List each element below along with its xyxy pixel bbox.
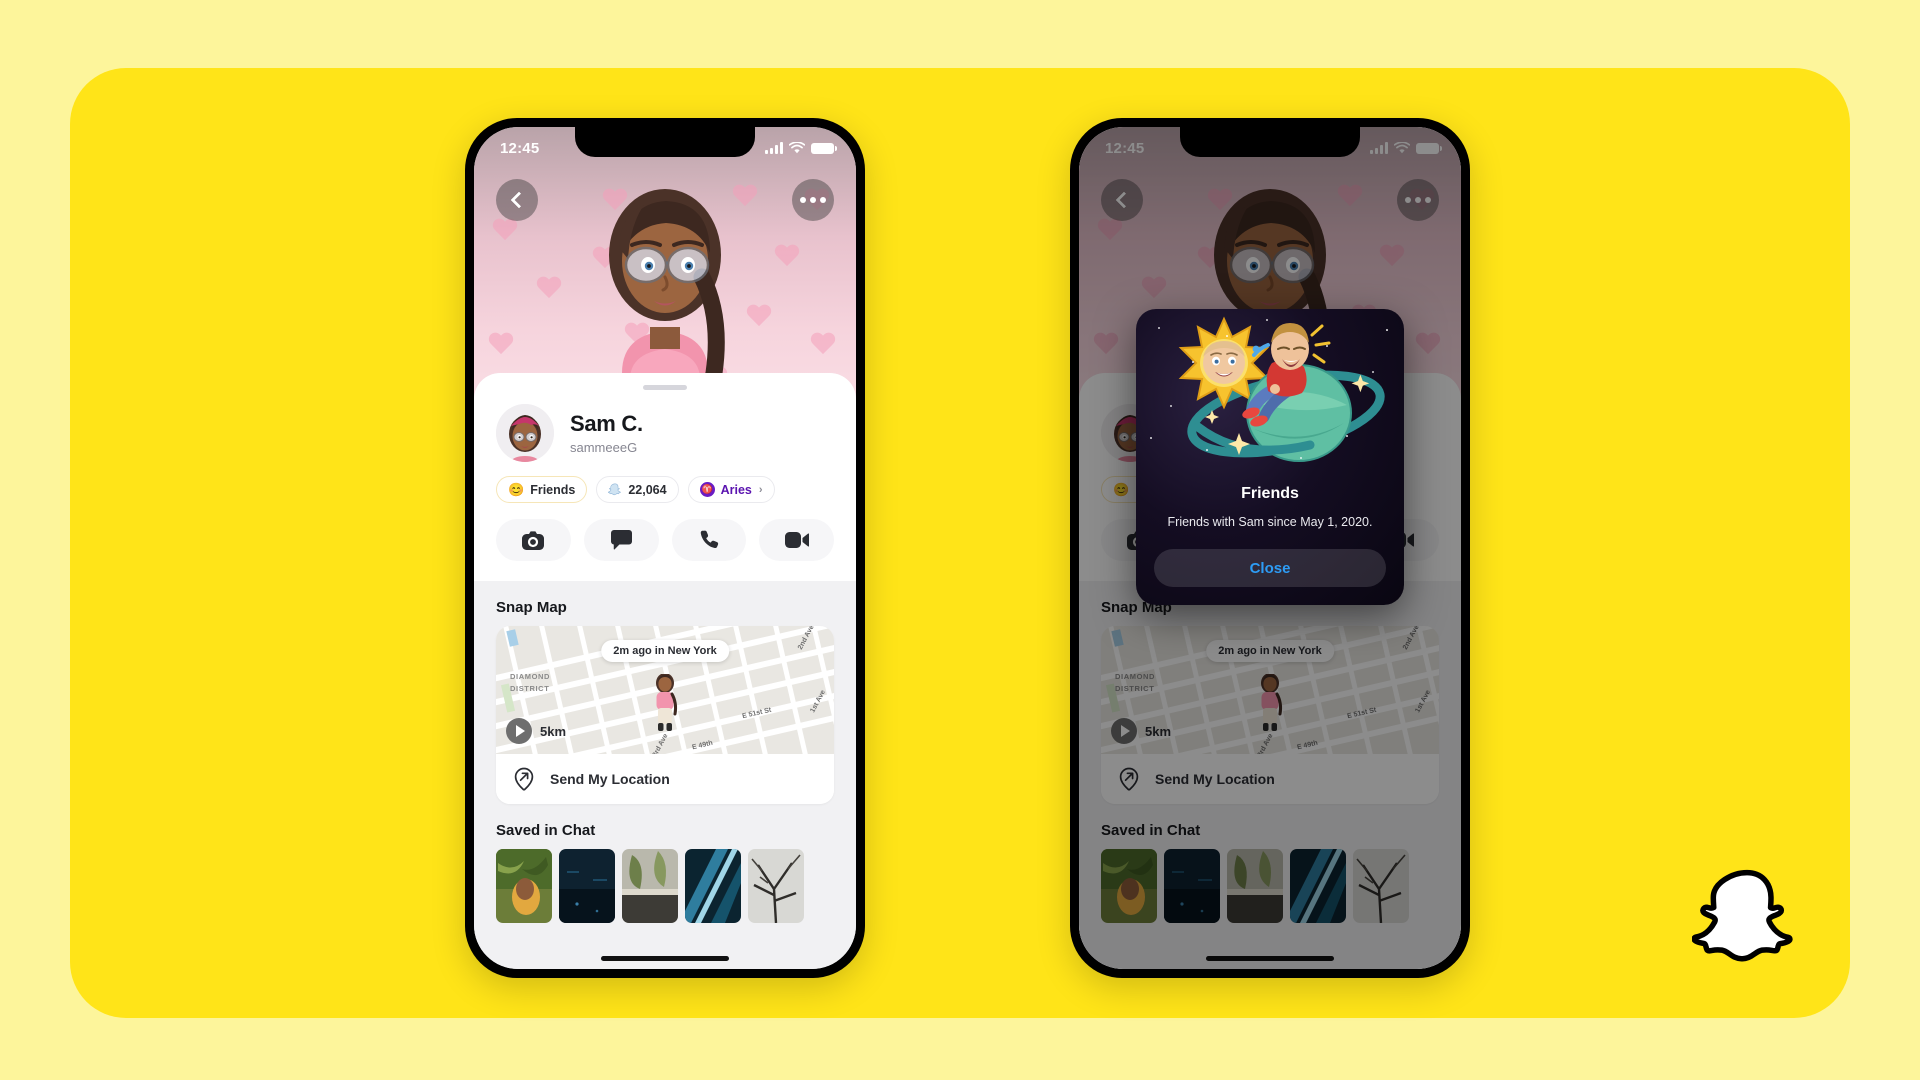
badge-zodiac[interactable]: ♈ Aries › bbox=[687, 476, 775, 503]
play-button[interactable] bbox=[506, 718, 532, 744]
phone-right: 12:45 😊 Snap Map DIAMOND DISTRICT 2nd Av… bbox=[1070, 118, 1470, 978]
video-camera-icon bbox=[784, 532, 809, 548]
saved-thumbnail[interactable] bbox=[685, 849, 741, 923]
profile-card: Sam C. sammeeeG 😊 Friends 22,064 bbox=[474, 373, 856, 581]
saved-thumbnail[interactable] bbox=[496, 849, 552, 923]
thumbnail-image-1 bbox=[496, 849, 552, 923]
more-options-icon bbox=[800, 197, 826, 203]
avatar[interactable] bbox=[496, 404, 554, 462]
badge-snapscore[interactable]: 22,064 bbox=[596, 476, 679, 503]
map-canvas[interactable]: DIAMOND DISTRICT 2nd Ave 1st Ave E 51st … bbox=[496, 626, 834, 754]
saved-thumbnail[interactable] bbox=[622, 849, 678, 923]
saved-thumbnail[interactable] bbox=[748, 849, 804, 923]
snap-map-card[interactable]: DIAMOND DISTRICT 2nd Ave 1st Ave E 51st … bbox=[496, 626, 834, 804]
map-distance-label: 5km bbox=[540, 723, 567, 739]
badge-snapscore-label: 22,064 bbox=[628, 482, 667, 497]
friendship-modal: Friends Friends with Sam since May 1, 20… bbox=[1136, 309, 1404, 605]
more-options-button[interactable] bbox=[792, 179, 834, 221]
play-icon bbox=[515, 725, 525, 737]
map-status-pill: 2m ago in New York bbox=[601, 640, 729, 662]
saved-thumbnail[interactable] bbox=[559, 849, 615, 923]
video-call-button[interactable] bbox=[759, 519, 834, 561]
thumbnail-image-5 bbox=[748, 849, 804, 923]
badge-friendship-label: Friends bbox=[530, 482, 576, 497]
snapchat-ghost-icon bbox=[608, 483, 622, 495]
status-icons bbox=[765, 142, 837, 154]
bitmoji-space-illustration bbox=[1178, 316, 1385, 462]
smile-emoji-icon: 😊 bbox=[508, 482, 525, 497]
status-time: 12:45 bbox=[500, 139, 540, 157]
phone-left: 12:45 Sam C. sammeeeG 😊 Friends 22,064 ♈… bbox=[465, 118, 865, 978]
modal-artwork bbox=[1136, 309, 1404, 481]
snap-map-title: Snap Map bbox=[496, 599, 567, 616]
wifi-icon bbox=[789, 142, 805, 154]
thumbnail-image-2 bbox=[559, 849, 615, 923]
thumbnail-image-4 bbox=[685, 849, 741, 923]
profile-identity-row: Sam C. sammeeeG bbox=[474, 404, 856, 462]
location-arrow-icon bbox=[514, 767, 534, 791]
send-my-location-row[interactable]: Send My Location bbox=[496, 754, 834, 804]
phone-notch bbox=[575, 127, 755, 157]
camera-button[interactable] bbox=[496, 519, 571, 561]
map-distance-chip[interactable]: 5km bbox=[506, 718, 566, 744]
modal-subtitle: Friends with Sam since May 1, 2020. bbox=[1167, 515, 1373, 529]
bitmoji-avatar-icon bbox=[496, 404, 554, 462]
send-my-location-label: Send My Location bbox=[550, 771, 670, 787]
snapchat-ghost-logo bbox=[1692, 869, 1793, 962]
chevron-right-icon: › bbox=[758, 483, 763, 496]
back-button[interactable] bbox=[496, 179, 538, 221]
map-district-label-line2: DISTRICT bbox=[510, 684, 550, 693]
saved-in-chat-title: Saved in Chat bbox=[496, 822, 596, 839]
phone-icon bbox=[700, 530, 719, 549]
profile-sheet: Sam C. sammeeeG 😊 Friends 22,064 bbox=[474, 373, 856, 969]
thumbnail-image-3 bbox=[622, 849, 678, 923]
camera-icon bbox=[522, 530, 545, 550]
profile-username: sammeeeG bbox=[570, 440, 638, 455]
cellular-signal-icon bbox=[765, 142, 783, 154]
saved-in-chat-strip bbox=[474, 849, 856, 923]
battery-icon bbox=[811, 143, 837, 154]
modal-title: Friends bbox=[1241, 485, 1299, 502]
phone-screen-left: 12:45 Sam C. sammeeeG 😊 Friends 22,064 ♈… bbox=[474, 127, 856, 969]
close-button[interactable]: Close bbox=[1154, 549, 1386, 587]
chevron-left-icon bbox=[510, 191, 528, 209]
chat-button[interactable] bbox=[583, 519, 659, 561]
profile-actions bbox=[474, 503, 856, 565]
profile-name-block: Sam C. sammeeeG bbox=[570, 411, 643, 455]
page-title: Sam C. bbox=[570, 411, 643, 436]
sheet-grabber[interactable] bbox=[643, 385, 687, 390]
badge-friendship[interactable]: 😊 Friends bbox=[496, 476, 588, 503]
zodiac-icon: ♈ bbox=[699, 482, 715, 497]
chat-bubble-icon bbox=[610, 530, 632, 550]
home-indicator bbox=[601, 956, 729, 961]
badge-zodiac-label: Aries bbox=[720, 482, 752, 497]
call-button[interactable] bbox=[671, 519, 747, 561]
phone-screen-right: 12:45 😊 Snap Map DIAMOND DISTRICT 2nd Av… bbox=[1079, 127, 1461, 969]
map-bitmoji-marker[interactable] bbox=[648, 674, 682, 736]
map-district-label-line1: DIAMOND bbox=[510, 672, 551, 681]
yellow-background-panel bbox=[70, 68, 1850, 1018]
profile-badges: 😊 Friends 22,064 ♈ Aries › bbox=[474, 462, 856, 503]
